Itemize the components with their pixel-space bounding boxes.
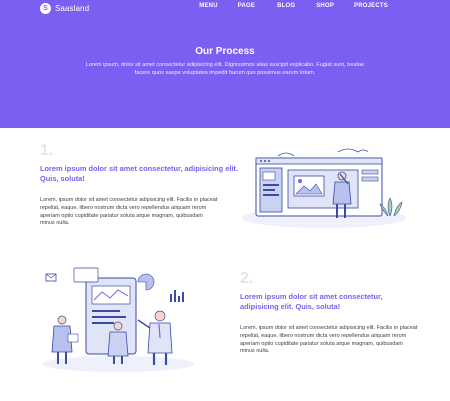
logo-icon: S — [40, 2, 51, 14]
nav-item-blog[interactable]: BLOG — [277, 3, 295, 9]
main-nav: MENU PAGE BLOG SHOP PROJECTS — [199, 3, 388, 9]
step-text: Lorem, ipsum dolor sit amet consectetur … — [40, 197, 218, 227]
step-title: Lorem ipsum dolor sit amet consectetur, … — [240, 292, 383, 311]
step-number: 2. — [240, 270, 254, 287]
nav-item-page[interactable]: PAGE — [238, 3, 255, 9]
dashboard-illustration — [242, 148, 406, 228]
step-text: Lorem, ipsum dolor sit amet consectetur … — [240, 325, 418, 355]
step-title: Lorem ipsum dolor sit amet consectetur, … — [40, 164, 238, 183]
page-title: Our Process — [195, 46, 255, 57]
logo-text: Saasland — [55, 3, 90, 13]
team-illustration — [42, 267, 194, 372]
nav-item-shop[interactable]: SHOP — [316, 3, 334, 9]
site-logo[interactable]: S Saasland — [40, 2, 89, 14]
hero-section: S Saasland MENU PAGE BLOG SHOP PROJECTS … — [0, 0, 450, 128]
nav-item-menu[interactable]: MENU — [199, 3, 217, 9]
hero-description: Lorem ipsum, dolor sit amet consectetur … — [85, 62, 365, 76]
step-number: 1. — [40, 142, 54, 159]
nav-item-projects[interactable]: PROJECTS — [354, 3, 388, 9]
